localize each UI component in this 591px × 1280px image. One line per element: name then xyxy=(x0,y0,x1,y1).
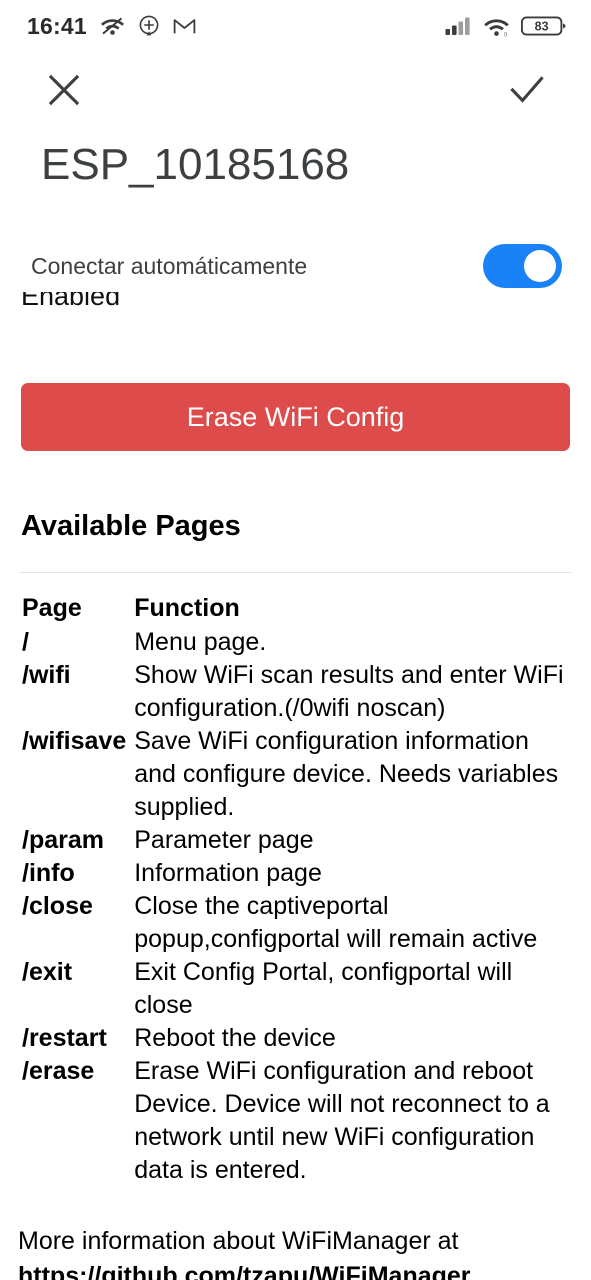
wifimanager-github-link[interactable]: https://github.com/tzapu/WiFiManager xyxy=(18,1262,471,1280)
table-row: /info Information page xyxy=(22,857,575,890)
page-title: ESP_10185168 xyxy=(41,140,350,189)
app-bar xyxy=(0,52,591,127)
check-icon xyxy=(510,76,544,103)
footer-note-prefix: More information about WiFiManager at xyxy=(18,1227,459,1255)
wifi-icon: 0 xyxy=(484,18,509,37)
page-path-cell: /wifisave xyxy=(22,727,127,755)
table-row: /wifi Show WiFi scan results and enter Wi… xyxy=(22,659,575,725)
battery-level-text: 83 xyxy=(535,20,549,34)
footer-note: More information about WiFiManager at ht… xyxy=(18,1224,573,1280)
page-function-cell: Save WiFi configuration information and … xyxy=(134,727,559,821)
available-pages-table: Page Function / Menu page. /wifi Show WiFi … xyxy=(22,592,575,1187)
auto-connect-label: Conectar automáticamente xyxy=(31,253,308,279)
footer-note-suffix: . xyxy=(470,1262,478,1280)
auto-connect-toggle[interactable] xyxy=(483,244,562,288)
confirm-button[interactable] xyxy=(499,62,555,118)
status-bar-clock: 16:41 xyxy=(27,12,87,39)
table-row: /wifisave Save WiFi configuration informa… xyxy=(22,725,575,824)
clipped-text-region: Enabled xyxy=(0,292,591,320)
plus-bubble-icon xyxy=(139,15,159,36)
table-row: /param Parameter page xyxy=(22,824,575,857)
page-function-cell: Close the captiveportal popup,configport… xyxy=(134,892,538,953)
page-path-cell: /exit xyxy=(22,958,73,986)
page-function-cell: Parameter page xyxy=(134,826,314,854)
page-path-cell: /close xyxy=(22,892,93,920)
page-function-cell: Erase WiFi configuration and reboot Devi… xyxy=(134,1057,550,1184)
cellular-signal-icon xyxy=(445,17,470,35)
page-path-cell: /restart xyxy=(22,1024,107,1052)
wifi-calling-icon xyxy=(100,17,124,35)
page-path-cell: /info xyxy=(22,859,75,887)
table-row: /close Close the captiveportal popup,conf… xyxy=(22,890,575,956)
toggle-knob xyxy=(524,250,556,282)
page-function-cell: Reboot the device xyxy=(134,1024,336,1052)
battery-icon: 83 xyxy=(521,16,566,36)
erase-wifi-config-button[interactable]: Erase WiFi Config xyxy=(21,383,570,451)
status-bar: 16:41 0 83 xyxy=(0,0,591,52)
page-function-cell: Exit Config Portal, configportal will cl… xyxy=(134,958,513,1019)
page-function-cell: Menu page. xyxy=(134,628,267,656)
status-bar-right: 0 83 xyxy=(445,14,567,38)
table-row: / Menu page. xyxy=(22,626,575,659)
page-path-cell: /wifi xyxy=(22,661,71,689)
auto-connect-row: Conectar automáticamente xyxy=(0,240,591,292)
page-path-cell: /erase xyxy=(22,1057,95,1085)
table-body: / Menu page. /wifi Show WiFi scan results a… xyxy=(22,626,575,1187)
available-pages-heading: Available Pages xyxy=(21,510,241,542)
table-row: /erase Erase WiFi configuration and reboo… xyxy=(22,1055,575,1187)
table-head: Page Function xyxy=(22,592,575,626)
phone-screen: 16:41 0 83 ESP_10185168 Conectar automát… xyxy=(0,0,591,1280)
section-divider xyxy=(19,572,572,573)
table-header-row: Page Function xyxy=(22,592,575,626)
column-header-function: Function xyxy=(134,594,240,622)
page-function-cell: Information page xyxy=(134,859,322,887)
table-row: /restart Reboot the device xyxy=(22,1022,575,1055)
close-icon xyxy=(48,74,80,106)
table-row: /exit Exit Config Portal, configportal wi… xyxy=(22,956,575,1022)
close-button[interactable] xyxy=(36,62,92,118)
portal-page-content: Erase WiFi Config Available Pages Page F… xyxy=(0,330,591,1280)
page-path-cell: /param xyxy=(22,826,104,854)
column-header-page: Page xyxy=(22,594,82,622)
gmail-icon xyxy=(173,19,196,34)
status-bar-left: 16:41 xyxy=(27,13,196,40)
page-function-cell: Show WiFi scan results and enter WiFi co… xyxy=(134,661,564,722)
enabled-status-text: Enabled xyxy=(21,292,121,311)
page-path-cell: / xyxy=(22,628,29,656)
